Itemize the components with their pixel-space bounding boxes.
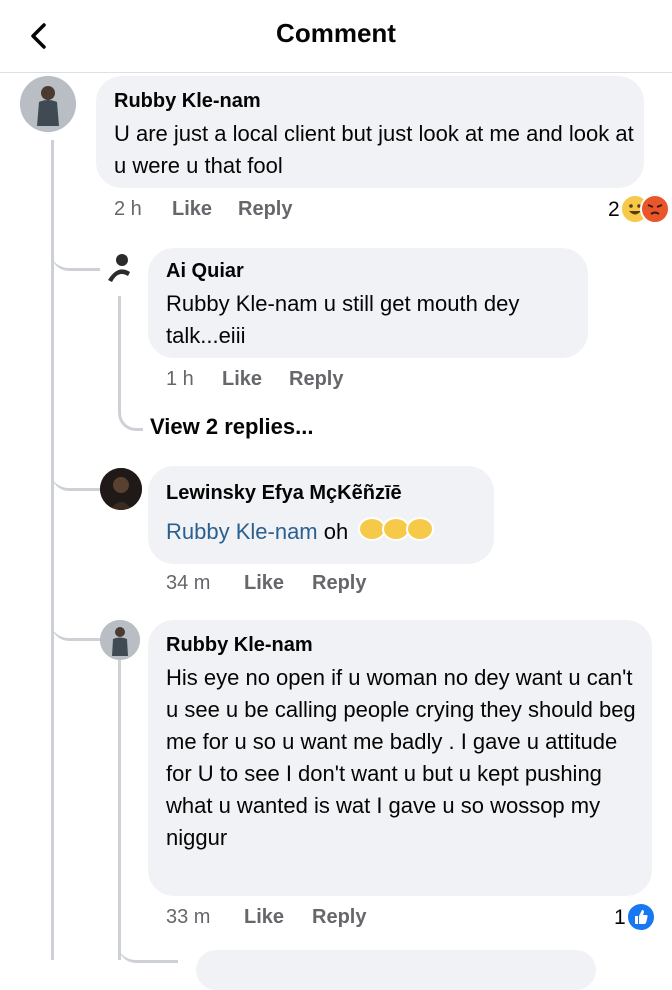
- person-icon: [108, 254, 130, 282]
- person-icon: [100, 620, 140, 660]
- comment-author[interactable]: Lewinsky Efya MçKẽñzīē: [166, 482, 402, 505]
- comment-text: Rubby Kle-nam oh: [166, 516, 496, 548]
- reply-button[interactable]: Reply: [312, 572, 366, 595]
- avatar[interactable]: [100, 468, 142, 510]
- comment-time: 1 h: [166, 368, 194, 390]
- comment-author[interactable]: Rubby Kle-nam: [114, 90, 261, 113]
- page-title: Comment: [276, 18, 396, 48]
- angry-icon: [640, 194, 670, 224]
- comment-bubble[interactable]: [196, 950, 596, 990]
- comment-time: 33 m: [166, 906, 211, 928]
- comment-time: 2 h: [114, 198, 142, 220]
- like-button[interactable]: Like: [172, 198, 212, 221]
- comment-text: Rubby Kle-nam u still get mouth dey talk…: [166, 291, 520, 348]
- like-button[interactable]: Like: [244, 906, 284, 929]
- top-bar: Comment: [0, 0, 672, 73]
- comment-bubble[interactable]: Rubby Kle-nam U are just a local client …: [96, 76, 644, 188]
- comment-text: U are just a local client but just look …: [114, 121, 634, 178]
- comment-text-suffix: oh: [317, 519, 349, 544]
- comment-time: 34 m: [166, 572, 211, 594]
- thread-connector: [118, 944, 178, 963]
- reply-button[interactable]: Reply: [238, 198, 292, 221]
- laughing-icon: [406, 517, 435, 541]
- comment-text: His eye no open if u woman no dey want u…: [166, 665, 636, 850]
- comment-bubble[interactable]: Lewinsky Efya MçKẽñzīē Rubby Kle-nam oh: [148, 466, 494, 564]
- thread-line-nested: [118, 660, 121, 960]
- like-button[interactable]: Like: [244, 572, 284, 595]
- reaction-count[interactable]: 2: [608, 198, 620, 222]
- reaction-count[interactable]: 1: [614, 906, 626, 930]
- thread-connector: [51, 440, 101, 491]
- view-replies-link[interactable]: View 2 replies...: [150, 414, 313, 440]
- comment-bubble[interactable]: Ai Quiar Rubby Kle-nam u still get mouth…: [148, 248, 588, 358]
- like-icon: [626, 902, 656, 932]
- avatar[interactable]: [20, 76, 76, 132]
- reply-button[interactable]: Reply: [312, 906, 366, 929]
- comment-bubble[interactable]: Rubby Kle-nam His eye no open if u woman…: [148, 620, 652, 896]
- avatar[interactable]: [100, 250, 138, 288]
- thread-connector-nested: [118, 380, 143, 431]
- avatar[interactable]: [100, 620, 140, 660]
- person-icon: [100, 468, 142, 510]
- comment-author[interactable]: Ai Quiar: [166, 260, 244, 283]
- like-button[interactable]: Like: [222, 368, 262, 391]
- mention-link[interactable]: Rubby Kle-nam: [166, 519, 318, 544]
- reply-button[interactable]: Reply: [289, 368, 343, 391]
- thread-connector: [51, 600, 101, 641]
- thread-connector: [51, 220, 101, 271]
- comment-author[interactable]: Rubby Kle-nam: [166, 634, 313, 657]
- person-icon: [20, 76, 76, 132]
